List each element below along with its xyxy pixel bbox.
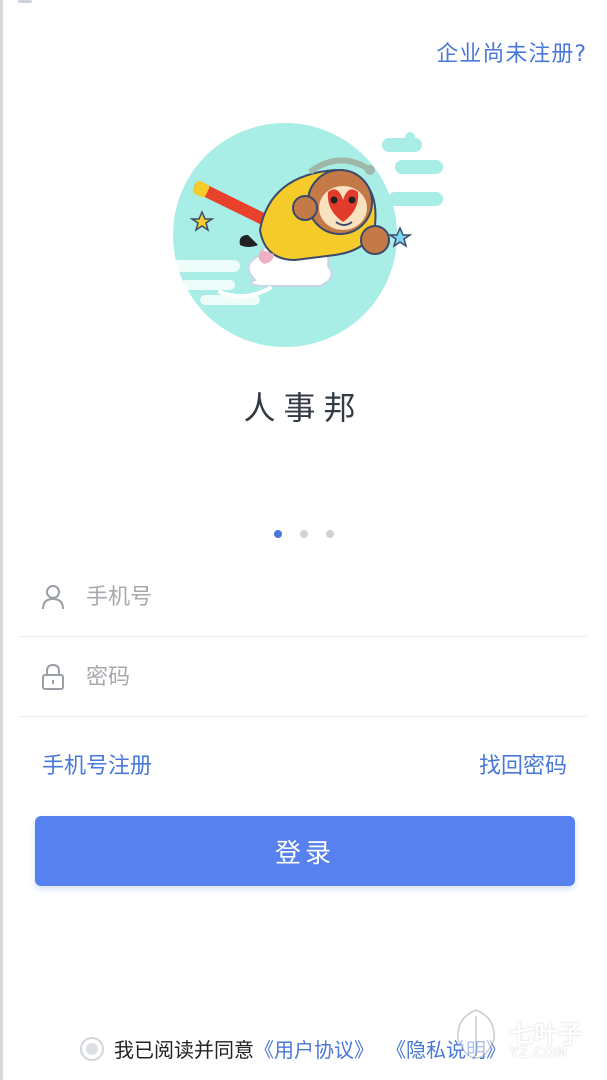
agreement-text: 我已阅读并同意 — [114, 1038, 254, 1062]
user-agreement-link[interactable]: 《用户协议》 — [254, 1034, 374, 1063]
phone-field — [20, 558, 587, 637]
carousel-dot-active[interactable] — [273, 530, 282, 538]
carousel-dot[interactable] — [325, 530, 334, 538]
window-edge — [0, 0, 3, 1080]
status-indicator — [18, 0, 32, 3]
password-input[interactable] — [84, 663, 548, 691]
watermark-sub: YZ.COM — [510, 1046, 568, 1061]
agreement-checkbox[interactable] — [80, 1036, 104, 1061]
phone-input[interactable] — [84, 583, 548, 611]
app-title: 人事邦 — [243, 389, 364, 427]
lock-icon — [38, 664, 68, 690]
unregistered-company-link[interactable]: 企业尚未注册? — [436, 36, 587, 68]
leaf-logo-icon — [457, 1009, 495, 1059]
app-logo — [160, 120, 450, 350]
carousel-indicator — [0, 530, 607, 538]
monkey-king-logo-icon — [170, 123, 443, 347]
agreement-checkbox-dot — [86, 1042, 98, 1055]
forgot-password-link[interactable]: 找回密码 — [479, 748, 567, 780]
user-icon — [38, 584, 68, 610]
agreement-row: 我已阅读并同意 《用户协议》 《隐私说明》 — [80, 1034, 506, 1063]
password-field — [20, 638, 587, 717]
watermark: 七叶子 YZ.COM — [446, 1004, 606, 1074]
status-bar — [0, 0, 607, 6]
carousel-dot[interactable] — [299, 530, 308, 538]
login-button[interactable]: 登录 — [35, 816, 575, 886]
watermark-text: 七叶子 — [510, 1020, 582, 1048]
phone-register-link[interactable]: 手机号注册 — [42, 748, 152, 780]
